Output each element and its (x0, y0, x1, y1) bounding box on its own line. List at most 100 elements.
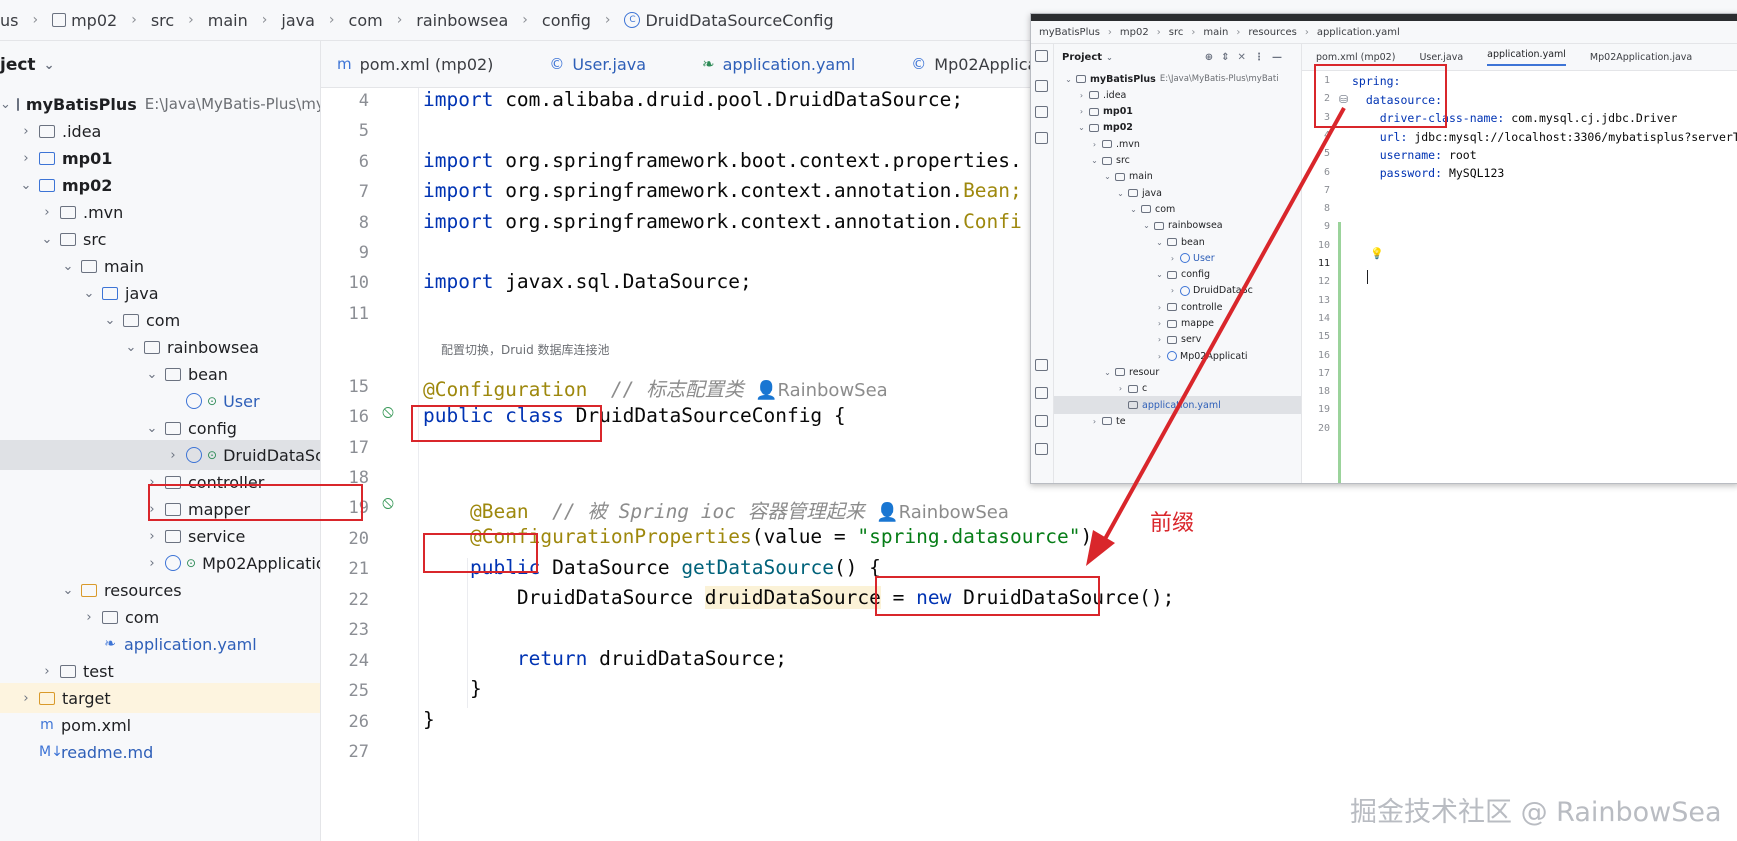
tree-item[interactable]: ⌄ myBatisPlus E:\Java\MyBatis-Plus\myBati (0, 89, 320, 119)
tree-item[interactable]: ⌄ com (0, 305, 320, 335)
tree-item[interactable]: ⊙ User (0, 386, 320, 416)
breadcrumb-item[interactable]: main (208, 11, 248, 30)
tree-item[interactable]: ⌄ java (0, 278, 320, 308)
overlay-tree-item[interactable]: › serv (1054, 331, 1301, 349)
overlay-tree-item[interactable]: › mp01 (1054, 103, 1301, 121)
overlay-tree-item[interactable]: › mappe (1054, 315, 1301, 333)
overlay-tree-item[interactable]: › controlle (1054, 298, 1301, 316)
overlay-breadcrumb-item[interactable]: application.yaml (1317, 27, 1400, 38)
chevron-down-icon[interactable]: ⌄ (1142, 221, 1151, 230)
chevron-right-icon[interactable]: › (145, 529, 159, 544)
chevron-down-icon[interactable]: ⌄ (1103, 368, 1112, 377)
database-icon[interactable]: ⛁ (1339, 93, 1348, 106)
overlay-editor-tab[interactable]: pom.xml (mp02) (1316, 52, 1395, 63)
chevron-down-icon[interactable]: ⌄ (61, 259, 75, 274)
lightbulb-icon[interactable]: 💡 (1370, 247, 1384, 260)
chevron-right-icon[interactable]: › (1077, 91, 1086, 100)
tree-item[interactable]: › controller (0, 467, 320, 497)
tree-item[interactable]: › ⊙ Mp02Applicatio (0, 548, 320, 578)
chevron-down-icon[interactable]: ⌄ (1116, 189, 1125, 198)
chevron-right-icon[interactable]: › (166, 448, 180, 463)
close-icon[interactable]: ✕ (1238, 52, 1246, 63)
chevron-down-icon[interactable]: ⌄ (1077, 123, 1086, 132)
chevron-right-icon[interactable]: › (145, 502, 159, 517)
chevron-down-icon[interactable]: ⌄ (145, 421, 159, 436)
chevron-right-icon[interactable]: › (145, 475, 159, 490)
chevron-right-icon[interactable]: › (1090, 140, 1099, 149)
target-icon[interactable]: ⊕ (1205, 52, 1213, 63)
build-icon[interactable] (1035, 415, 1048, 427)
overlay-tree-item[interactable]: ⌄ src (1054, 152, 1301, 170)
breadcrumb-item[interactable]: mp02 (52, 11, 117, 30)
tree-item[interactable]: › ⊙ DruidDataSo (0, 440, 320, 470)
chevron-down-icon[interactable]: ⌄ (1090, 156, 1099, 165)
overlay-tree-item[interactable]: › DruidDataSc (1054, 282, 1301, 300)
chevron-right-icon[interactable]: › (19, 124, 33, 139)
tree-item[interactable]: › .idea (0, 116, 320, 146)
chevron-down-icon[interactable]: ⌄ (1064, 75, 1073, 84)
breadcrumb-item[interactable]: src (151, 11, 174, 30)
tree-item[interactable]: M↓ readme.md (0, 737, 320, 767)
overlay-editor-tab[interactable]: Mp02Application.java (1590, 52, 1692, 63)
overlay-tree-item[interactable]: › te (1054, 412, 1301, 430)
bean-gutter-icon[interactable]: ⦸ (377, 401, 399, 423)
chevron-right-icon[interactable]: › (19, 151, 33, 166)
overlay-tree-item[interactable]: › .mvn (1054, 135, 1301, 153)
problems-icon[interactable] (1035, 443, 1048, 455)
tree-item[interactable]: › mp01 (0, 143, 320, 173)
editor-tab[interactable]: © User.java (549, 55, 646, 74)
chevron-down-icon[interactable]: ⌄ (1103, 172, 1112, 181)
tree-item[interactable]: ⌄ config (0, 413, 320, 443)
project-panel-header[interactable]: ject ⌄ (0, 41, 320, 89)
chevron-right-icon[interactable]: › (145, 556, 159, 571)
overlay-tree-item[interactable]: › c (1054, 380, 1301, 398)
chevron-right-icon[interactable]: › (1077, 107, 1086, 116)
chevron-down-icon[interactable]: ⌄ (1155, 238, 1164, 247)
overlay-tree-item[interactable]: ⌄ rainbowsea (1054, 217, 1301, 235)
tree-item[interactable]: › .mvn (0, 197, 320, 227)
breadcrumb-item[interactable]: java (281, 11, 315, 30)
chevron-right-icon[interactable]: › (1168, 254, 1177, 263)
tree-item[interactable]: ⌄ mp02 (0, 170, 320, 200)
chevron-down-icon[interactable]: ⌄ (40, 232, 54, 247)
overlay-breadcrumb-item[interactable]: src (1169, 27, 1184, 38)
tree-item[interactable]: ⌄ rainbowsea (0, 332, 320, 362)
chevron-right-icon[interactable]: › (82, 610, 96, 625)
editor-tab[interactable]: m pom.xml (mp02) (337, 55, 493, 74)
tree-item[interactable]: › test (0, 656, 320, 686)
overlay-tree-item[interactable]: ⌄ main (1054, 168, 1301, 186)
chevron-down-icon[interactable]: ⌄ (1155, 270, 1164, 279)
overlay-breadcrumb-item[interactable]: resources (1248, 27, 1296, 38)
chevron-down-icon[interactable]: ⌄ (1106, 53, 1113, 62)
minimize-icon[interactable]: — (1272, 52, 1282, 63)
overlay-tree-item[interactable]: application.yaml (1054, 396, 1301, 414)
chevron-right-icon[interactable]: › (1090, 417, 1099, 426)
overlay-tree-item[interactable]: ⌄ bean (1054, 233, 1301, 251)
overlay-breadcrumb-item[interactable]: main (1203, 27, 1228, 38)
chevron-right-icon[interactable]: › (19, 691, 33, 706)
folder-icon[interactable] (1035, 50, 1048, 62)
more-icon[interactable] (1035, 132, 1048, 144)
expand-icon[interactable]: ⇕ (1221, 52, 1229, 63)
bean-method-gutter-icon[interactable]: ⦸ (377, 492, 399, 514)
chevron-right-icon[interactable]: › (40, 205, 54, 220)
tree-item[interactable]: ⌄ src (0, 224, 320, 254)
breadcrumb-item[interactable]: C DruidDataSourceConfig (624, 11, 834, 30)
commit-icon[interactable] (1035, 80, 1048, 92)
overlay-tree-item[interactable]: ⌄ myBatisPlus E:\Java\MyBatis-Plus\myBati (1054, 70, 1301, 88)
tree-item[interactable]: › com (0, 602, 320, 632)
overlay-editor-tab[interactable]: application.yaml (1487, 49, 1566, 66)
overlay-tree-item[interactable]: ⌄ config (1054, 266, 1301, 284)
breadcrumb-item[interactable]: rainbowsea (416, 11, 508, 30)
tree-item[interactable]: ⌄ resources (0, 575, 320, 605)
chevron-right-icon[interactable]: › (1155, 352, 1164, 361)
chevron-right-icon[interactable]: › (1168, 286, 1177, 295)
structure-icon[interactable] (1035, 106, 1048, 118)
overlay-breadcrumb-item[interactable]: myBatisPlus (1039, 27, 1100, 38)
chevron-right-icon[interactable]: › (40, 664, 54, 679)
chevron-right-icon[interactable]: › (1116, 384, 1125, 393)
chevron-down-icon[interactable]: ⌄ (124, 340, 138, 355)
breadcrumb-item[interactable]: com (349, 11, 383, 30)
chevron-down-icon[interactable]: ⌄ (1129, 205, 1138, 214)
chevron-right-icon[interactable]: › (1155, 335, 1164, 344)
